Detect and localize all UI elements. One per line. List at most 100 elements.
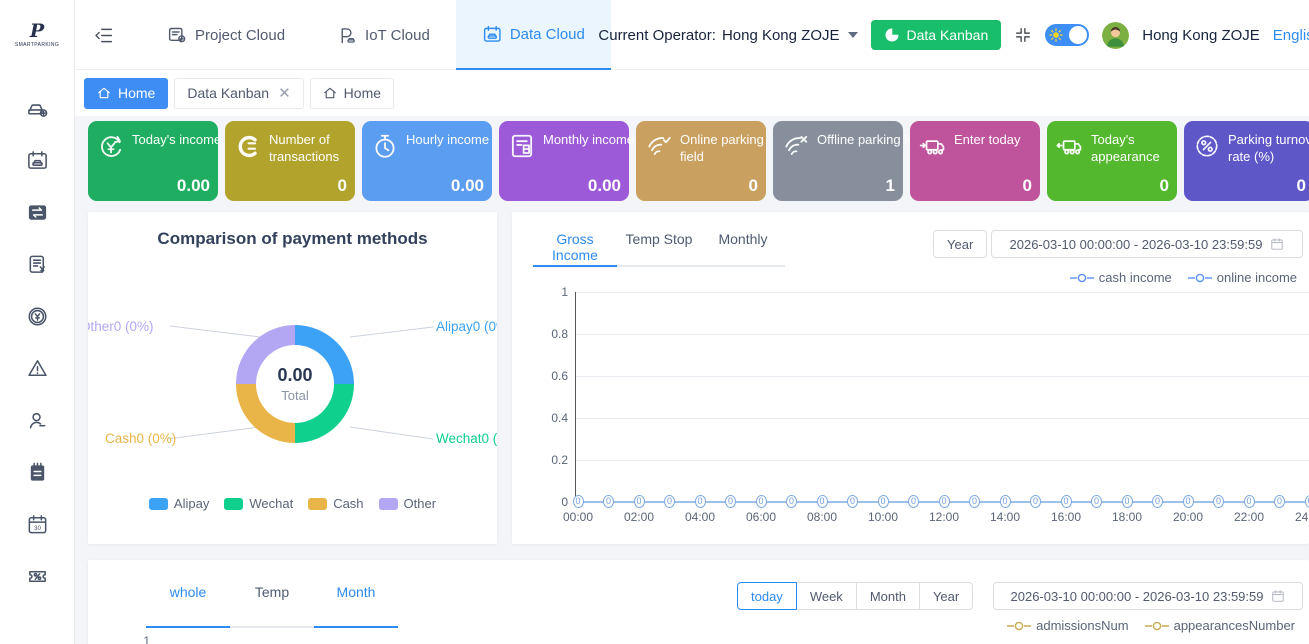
app-logo: P SMARTPARKING bbox=[0, 0, 74, 70]
data-point: 0 bbox=[573, 495, 584, 508]
calendar-icon bbox=[1270, 237, 1284, 251]
data-point: 0 bbox=[634, 495, 645, 508]
stat-card-todays-appearance: Today's appearance 0 bbox=[1047, 121, 1177, 201]
language-switcher[interactable]: English bbox=[1273, 27, 1309, 44]
coin-yen-icon bbox=[26, 305, 49, 328]
legend-item-cash-income[interactable]: cash income bbox=[1070, 270, 1172, 285]
tab-underline bbox=[146, 626, 230, 628]
gridline bbox=[575, 418, 1309, 419]
data-point: 0 bbox=[969, 495, 980, 508]
x-tick-label: 18:00 bbox=[1107, 510, 1147, 524]
svg-text:30: 30 bbox=[34, 525, 41, 532]
data-point: 0 bbox=[1244, 495, 1255, 508]
legend-item-other[interactable]: Other bbox=[379, 496, 437, 511]
sidebar-item-vehicle-management[interactable] bbox=[0, 82, 75, 134]
pie-chart-icon bbox=[884, 27, 900, 43]
sidebar-item-alerts[interactable] bbox=[0, 342, 75, 394]
tag-home[interactable]: Home bbox=[310, 78, 394, 109]
wifi-check-icon bbox=[645, 132, 673, 160]
traffic-date-range-picker[interactable]: 2026-03-10 00:00:00 - 2026-03-10 23:59:5… bbox=[993, 582, 1303, 610]
callout-wechat: Wechat0 (0%) bbox=[436, 431, 497, 446]
fullscreen-icon[interactable] bbox=[1014, 26, 1032, 44]
nav-item-iot-cloud[interactable]: IoT Cloud bbox=[311, 0, 456, 70]
data-kanban-button[interactable]: Data Kanban bbox=[871, 20, 1002, 50]
tab-temp-stop[interactable]: Temp Stop bbox=[617, 231, 701, 263]
data-point: 0 bbox=[908, 495, 919, 508]
sidebar-item-billing[interactable] bbox=[0, 238, 75, 290]
legend-swatch bbox=[149, 498, 168, 510]
nav-item-data-cloud[interactable]: Data Cloud bbox=[456, 0, 611, 70]
close-icon[interactable]: ✕ bbox=[278, 86, 291, 101]
tag-home-active[interactable]: Home bbox=[84, 78, 168, 109]
legend-swatch bbox=[224, 498, 243, 510]
payment-donut-chart[interactable]: 0.00 Total bbox=[236, 325, 354, 443]
data-point: 0 bbox=[1061, 495, 1072, 508]
data-point: 0 bbox=[664, 495, 675, 508]
data-point: 0 bbox=[603, 495, 614, 508]
sidebar-item-monthly[interactable]: 30 bbox=[0, 498, 75, 550]
data-cloud-icon bbox=[482, 24, 503, 45]
stat-card-turnover-rate: Parking turnover rate (%) 0 bbox=[1184, 121, 1309, 201]
x-tick-label: 02:00 bbox=[619, 510, 659, 524]
x-tick-label: 24:00 bbox=[1290, 510, 1309, 524]
data-point: 0 bbox=[1000, 495, 1011, 508]
line-marker-icon bbox=[1070, 273, 1094, 283]
data-point: 0 bbox=[1213, 495, 1224, 508]
data-point: 0 bbox=[1274, 495, 1285, 508]
data-point: 0 bbox=[1183, 495, 1194, 508]
legend-item-cash[interactable]: Cash bbox=[308, 496, 363, 511]
tab-gross-income[interactable]: Gross Income bbox=[533, 231, 617, 263]
tab-month[interactable]: Month bbox=[314, 584, 398, 600]
current-operator-dropdown[interactable]: Current Operator: Hong Kong ZOJE bbox=[598, 27, 857, 44]
sidebar-item-schedule[interactable] bbox=[0, 446, 75, 498]
y-tick-label: 1 bbox=[136, 634, 150, 644]
sidebar-item-vehicle-records[interactable] bbox=[0, 134, 75, 186]
stat-cards-row: Today's income (¥) 0.00 Number of transa… bbox=[88, 121, 1309, 201]
collapse-sidebar-icon[interactable] bbox=[93, 25, 114, 46]
panel-title: Comparison of payment methods bbox=[88, 229, 497, 249]
stat-card-monthly-income: Monthly income 0.00 bbox=[499, 121, 629, 201]
y-tick-label: 0.4 bbox=[526, 411, 568, 425]
truck-in-icon bbox=[919, 132, 947, 160]
legend-item-alipay[interactable]: Alipay bbox=[149, 496, 209, 511]
legend-item-online-income[interactable]: online income bbox=[1188, 270, 1297, 285]
data-point: 0 bbox=[756, 495, 767, 508]
stopwatch-icon bbox=[371, 132, 399, 160]
coin-icon bbox=[234, 132, 262, 160]
income-date-range-picker[interactable]: 2026-03-10 00:00:00 - 2026-03-10 23:59:5… bbox=[991, 230, 1303, 258]
sidebar-item-users[interactable] bbox=[0, 394, 75, 446]
traffic-chart-legend: admissionsNum appearancesNumber bbox=[1007, 618, 1295, 633]
y-tick-label: 0.2 bbox=[526, 453, 568, 467]
sidebar-item-coupons[interactable] bbox=[0, 550, 75, 602]
range-button-month[interactable]: Month bbox=[856, 582, 920, 610]
theme-toggle[interactable] bbox=[1045, 24, 1089, 46]
tag-data-kanban[interactable]: Data Kanban ✕ bbox=[174, 78, 303, 109]
range-button-today[interactable]: today bbox=[737, 582, 797, 610]
tab-whole[interactable]: whole bbox=[146, 584, 230, 600]
wifi-x-icon bbox=[782, 132, 810, 160]
percent-badge-icon bbox=[1193, 132, 1221, 160]
data-point: 0 bbox=[847, 495, 858, 508]
range-button-week[interactable]: Week bbox=[796, 582, 857, 610]
tab-monthly[interactable]: Monthly bbox=[701, 231, 785, 263]
car-calendar-icon bbox=[26, 149, 49, 172]
x-tick-label: 04:00 bbox=[680, 510, 720, 524]
tab-temp[interactable]: Temp bbox=[230, 584, 314, 600]
sidebar-item-finance[interactable] bbox=[0, 290, 75, 342]
sidebar-item-in-out[interactable] bbox=[0, 186, 75, 238]
nav-item-label: Project Cloud bbox=[195, 27, 285, 44]
legend-item-wechat[interactable]: Wechat bbox=[224, 496, 293, 511]
range-button-year[interactable]: Year bbox=[933, 230, 987, 258]
toggle-knob bbox=[1069, 26, 1087, 44]
callout-alipay: Alipay0 (0%) bbox=[436, 319, 497, 334]
range-button-year[interactable]: Year bbox=[919, 582, 973, 610]
avatar[interactable] bbox=[1102, 22, 1129, 49]
nav-item-project-cloud[interactable]: Project Cloud bbox=[141, 0, 311, 70]
legend-item-admissions[interactable]: admissionsNum bbox=[1007, 618, 1128, 633]
stat-card-enter-today: Enter today 0 bbox=[910, 121, 1040, 201]
legend-item-appearances[interactable]: appearancesNumber bbox=[1145, 618, 1295, 633]
donut-total-value: 0.00 bbox=[277, 365, 312, 386]
data-point: 0 bbox=[817, 495, 828, 508]
data-point: 0 bbox=[1030, 495, 1041, 508]
notebook-icon bbox=[26, 461, 49, 484]
